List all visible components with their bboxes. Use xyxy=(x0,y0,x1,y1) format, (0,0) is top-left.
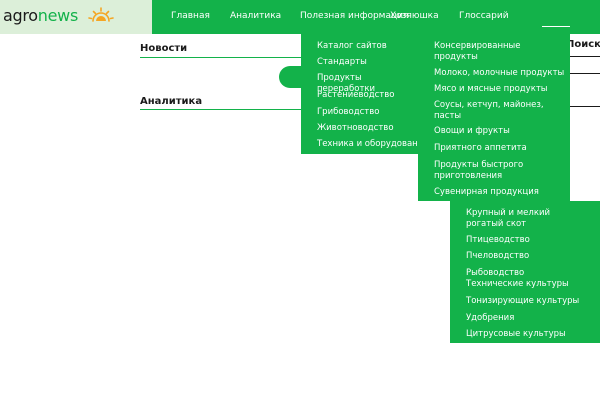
logo-area: agronews xyxy=(0,0,152,34)
nav-item-glossary[interactable]: Глоссарий xyxy=(459,11,509,21)
news-heading[interactable]: Новости xyxy=(140,43,187,54)
menu-item-mushroom-growing[interactable]: Грибоводство xyxy=(317,107,379,118)
nav-divider xyxy=(542,26,570,27)
menu-item-crop-production[interactable]: Растениеводство xyxy=(317,90,394,101)
search-divider xyxy=(566,73,600,74)
analytics-heading[interactable]: Аналитика xyxy=(140,96,202,107)
search-divider-2 xyxy=(566,106,600,107)
menu-item-dairy[interactable]: Молоко, молочные продукты xyxy=(434,68,564,79)
news-divider xyxy=(140,57,302,58)
menu-item-livestock[interactable]: Животноводство xyxy=(317,123,394,134)
dropdown-menu-col2: Консервированные продукты Молоко, молочн… xyxy=(418,34,570,201)
menu-item-industrial-crops[interactable]: Технические культуры xyxy=(466,279,569,290)
menu-item-site-catalog[interactable]: Каталог сайтов xyxy=(317,41,387,52)
menu-item-machinery[interactable]: Техника и оборудование xyxy=(317,139,428,150)
menu-item-beekeeping[interactable]: Пчеловодство xyxy=(466,251,529,262)
menu-item-fertilizers[interactable]: Удобрения xyxy=(466,313,514,324)
logo-text-agro: agro xyxy=(3,6,38,25)
nav-item-housewife[interactable]: Хозяюшка xyxy=(390,11,439,21)
nav-item-home[interactable]: Главная xyxy=(171,11,210,21)
analytics-divider xyxy=(140,109,302,110)
menu-item-standards[interactable]: Стандарты xyxy=(317,57,367,68)
menu-item-tonic-crops[interactable]: Тонизирующие культуры xyxy=(466,296,579,307)
dropdown-menu-col3: Крупный и мелкий рогатый скот Птицеводст… xyxy=(450,201,600,343)
menu-item-sauces[interactable]: Соусы, кетчуп, майонез, пасты xyxy=(434,100,552,121)
menu-item-meat[interactable]: Мясо и мясные продукты xyxy=(434,84,548,95)
top-nav: Главная Аналитика Полезная информация Хо… xyxy=(152,0,600,34)
menu-item-canned-products[interactable]: Консервированные продукты xyxy=(434,41,550,62)
dropdown-menu-col1: Каталог сайтов Стандарты Продукты перера… xyxy=(301,34,428,154)
menu-item-cattle[interactable]: Крупный и мелкий рогатый скот xyxy=(466,208,584,229)
menu-item-vegetables-fruits[interactable]: Овощи и фрукты xyxy=(434,126,510,137)
menu-item-citrus-crops[interactable]: Цитрусовые культуры xyxy=(466,329,566,340)
menu-item-fish-farming[interactable]: Рыбоводство xyxy=(466,268,524,279)
menu-item-souvenirs[interactable]: Сувенирная продукция xyxy=(434,187,539,198)
menu-item-poultry[interactable]: Птицеводство xyxy=(466,235,530,246)
logo[interactable]: agronews xyxy=(3,6,78,25)
search-label[interactable]: Поиск п xyxy=(566,39,600,55)
menu-item-bon-appetit[interactable]: Приятного аппетита xyxy=(434,143,527,154)
sun-icon xyxy=(88,7,114,22)
nav-item-analytics[interactable]: Аналитика xyxy=(230,11,281,21)
menu-item-fast-food[interactable]: Продукты быстрого приготовления xyxy=(434,160,534,181)
search-underline xyxy=(566,56,600,57)
logo-text-news: news xyxy=(37,6,79,25)
